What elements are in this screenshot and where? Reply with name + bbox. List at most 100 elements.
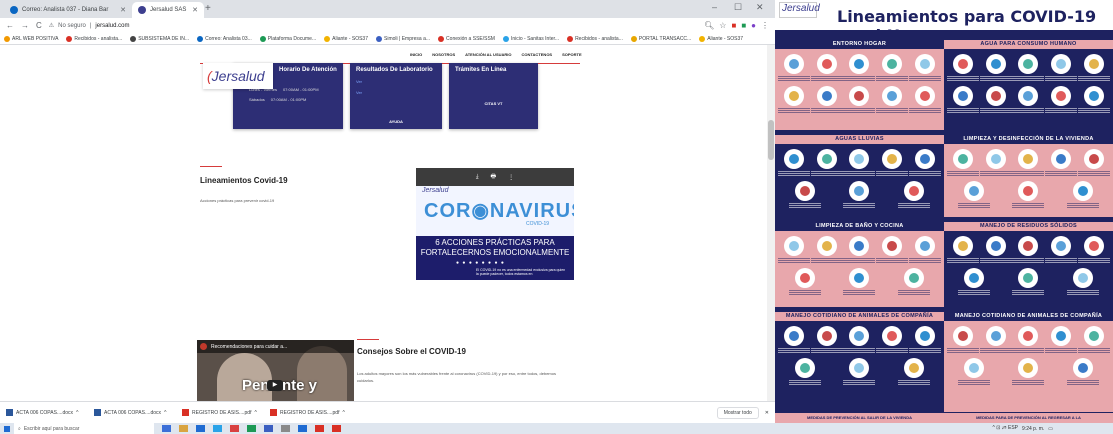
- bookmark-item[interactable]: Recibidos - analista...: [567, 35, 623, 42]
- taskbar-app-icon[interactable]: [315, 425, 324, 432]
- tab-jersalud[interactable]: Jersalud SAS ✕: [132, 2, 204, 18]
- chevron-up-icon[interactable]: ^: [254, 410, 256, 416]
- profile-icon[interactable]: ●: [751, 21, 756, 30]
- download-item[interactable]: ACTA 006 COPAS....docx ^: [6, 409, 88, 416]
- ver-link[interactable]: Ver: [356, 79, 436, 84]
- close-window-button[interactable]: ✕: [756, 2, 764, 13]
- taskbar-app-icon[interactable]: [230, 425, 239, 432]
- back-button[interactable]: ←: [6, 21, 14, 30]
- nav-atencion[interactable]: ATENCIÓN AL USUARIO: [465, 52, 511, 57]
- chevron-up-icon[interactable]: ^: [76, 410, 78, 416]
- nav-soporte[interactable]: SOPORTE: [562, 52, 582, 57]
- covid-carousel[interactable]: ⤓ 🖶 ⋮ Jersalud COR◉NAVIRUS COVID-19 6 AC…: [416, 168, 574, 280]
- taskbar-app-icon[interactable]: [213, 425, 222, 432]
- maximize-button[interactable]: ☐: [734, 2, 742, 13]
- show-all-button[interactable]: Mostrar todo: [716, 406, 759, 419]
- download-item[interactable]: ACTA 006 COPAS....docx ^: [94, 409, 176, 416]
- bookmark-item[interactable]: Conexión a SSE/SSM: [438, 35, 495, 42]
- prevention-illustration-icon: [1066, 268, 1099, 295]
- scrollbar-thumb[interactable]: [768, 120, 774, 160]
- nav-contactenos[interactable]: CONTACTENOS: [522, 52, 553, 57]
- nav-nosotros[interactable]: NOSOTROS: [432, 52, 455, 57]
- brand-logo: Jersalud: [422, 187, 449, 194]
- bookmark-item[interactable]: Aliante - SOS37: [324, 35, 368, 42]
- page-scrollbar[interactable]: [767, 45, 775, 401]
- tab-correo[interactable]: Correo: Analista 037 - Diana Bar ✕: [4, 2, 132, 18]
- prevention-illustration-icon: [810, 86, 843, 113]
- ver-link[interactable]: Ver: [356, 90, 436, 95]
- taskbar-app-icon[interactable]: [196, 425, 205, 432]
- bookmark-item[interactable]: Aliante - SOS37: [699, 35, 743, 42]
- search-icon[interactable]: 🔍︎: [704, 21, 714, 30]
- citas-button[interactable]: CITAS VT: [449, 101, 538, 106]
- url-text[interactable]: jersalud.com: [95, 23, 129, 29]
- chevron-up-icon[interactable]: ^: [342, 410, 344, 416]
- forward-button[interactable]: →: [21, 21, 29, 30]
- download-icon[interactable]: ⤓: [476, 174, 479, 181]
- prevention-illustration-icon: [1077, 236, 1110, 263]
- menu-icon[interactable]: ⋮: [761, 21, 769, 30]
- new-tab-button[interactable]: +: [205, 3, 211, 14]
- infographic-window: Jersalud Lineamientos para COVID-19 en e…: [775, 0, 1113, 423]
- prevention-illustration-icon: [908, 236, 941, 263]
- notifications-icon[interactable]: ▭: [1048, 426, 1053, 432]
- gmail-icon: [567, 35, 574, 42]
- taskbar-app-icon[interactable]: [281, 425, 290, 432]
- section-divider: [200, 166, 222, 167]
- infographic-section: AGUA PARA CONSUMO HUMANO: [944, 40, 1113, 130]
- prevention-illustration-icon: [1012, 358, 1045, 385]
- address-toolbar: ← → C ⚠ No seguro | jersalud.com 🔍︎ ☆ ■ …: [0, 18, 775, 33]
- bookmark-item[interactable]: SUBSISTEMA DE IN...: [130, 35, 189, 42]
- star-icon[interactable]: ☆: [719, 21, 726, 30]
- carousel-dots[interactable]: ● ● ● ● ● ● ● ●: [456, 260, 505, 266]
- download-item[interactable]: REGISTRO DE ASIS....pdf ^: [270, 409, 352, 416]
- section-title: LIMPIEZA Y DESINFECCIÓN DE LA VIVIENDA: [944, 135, 1113, 144]
- reload-button[interactable]: C: [36, 21, 42, 30]
- windows-start-icon[interactable]: [0, 423, 14, 434]
- youtube-video[interactable]: Recomendaciones para cuidar a... Pen ent…: [197, 340, 354, 401]
- bookmark-item[interactable]: Simoli | Empresa a...: [376, 35, 430, 42]
- taskbar-app-icon[interactable]: [247, 425, 256, 432]
- video-title[interactable]: Recomendaciones para cuidar a...: [211, 344, 287, 350]
- omnibox[interactable]: ⚠ No seguro | jersalud.com: [49, 22, 649, 30]
- bookmark-item[interactable]: Correo: Analista 03...: [197, 35, 252, 42]
- prevention-illustration-icon: [897, 268, 930, 295]
- prevention-illustration-icon: [947, 54, 980, 81]
- infographic-section: LIMPIEZA DE BAÑO Y COCINA: [775, 222, 944, 307]
- card-resultados: Resultados De Laboratorio Ver Ver AYUDA: [350, 63, 442, 129]
- clock[interactable]: 9:24 p. m.: [1022, 426, 1044, 432]
- gmail-icon: [66, 35, 73, 42]
- taskbar-app-icon[interactable]: [332, 425, 341, 432]
- bookmark-item[interactable]: PORTAL TRANSACC...: [630, 35, 691, 42]
- bookmark-item[interactable]: Inicio - Sanitas Inter...: [502, 35, 559, 42]
- extension-icon[interactable]: ■: [731, 21, 736, 30]
- bookmark-item[interactable]: Recibidos - analista...: [66, 35, 122, 42]
- taskbar-app-icon[interactable]: [162, 425, 171, 432]
- play-icon[interactable]: ▶: [267, 380, 283, 391]
- tray-icons[interactable]: ^ ⊡ 🕫 ESP: [992, 425, 1018, 433]
- prevention-illustration-icon: [843, 268, 876, 295]
- ayuda-button[interactable]: AYUDA: [350, 119, 442, 124]
- close-tab-icon[interactable]: ✕: [192, 6, 198, 14]
- infographic-header: Jersalud Lineamientos para COVID-19 en e…: [775, 0, 1113, 45]
- nav-inicio[interactable]: INICIO: [410, 52, 422, 57]
- bookmark-item[interactable]: Plataforma Docume...: [259, 35, 316, 42]
- taskbar-app-icon[interactable]: [179, 425, 188, 432]
- site-logo[interactable]: (Jersalud: [203, 63, 273, 89]
- download-item[interactable]: REGISTRO DE ASIS....pdf ^: [182, 409, 264, 416]
- close-tab-icon[interactable]: ✕: [120, 6, 126, 14]
- more-icon[interactable]: ⋮: [508, 174, 514, 181]
- taskbar-search[interactable]: ⌕ Escribir aquí para buscar: [14, 423, 154, 434]
- print-icon[interactable]: 🖶: [490, 172, 496, 182]
- taskbar-app-icon[interactable]: [264, 425, 273, 432]
- card-title: Resultados De Laboratorio: [356, 67, 433, 73]
- chevron-up-icon[interactable]: ^: [164, 410, 166, 416]
- search-icon: ⌕: [18, 425, 21, 432]
- taskbar-app-icon[interactable]: [298, 425, 307, 432]
- close-downloads-button[interactable]: ✕: [765, 410, 769, 416]
- infographic-section: MANEJO COTIDIANO DE ANIMALES DE COMPAÑÍA: [944, 312, 1113, 412]
- prevention-illustration-icon: [1045, 236, 1078, 263]
- extension-icon[interactable]: ■: [741, 21, 746, 30]
- minimize-button[interactable]: –: [712, 2, 717, 12]
- bookmark-item[interactable]: ARL WEB POSITIVA: [4, 35, 58, 42]
